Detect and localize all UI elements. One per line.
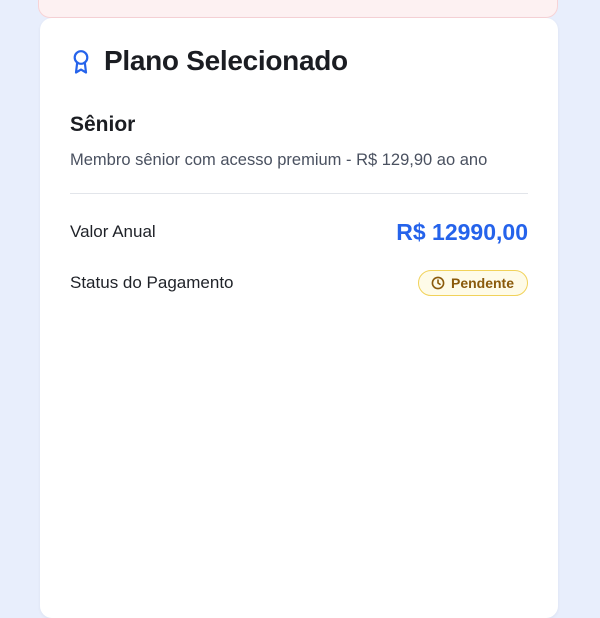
clock-icon (431, 276, 445, 290)
previous-card (38, 0, 558, 18)
annual-value-amount: R$ 12990,00 (396, 218, 528, 245)
award-icon (70, 49, 92, 75)
annual-value-label: Valor Anual (70, 222, 156, 241)
plan-name: Sênior (70, 113, 136, 136)
payment-status-row: Status do Pagamento Pendente (70, 268, 528, 298)
status-badge: Pendente (417, 270, 528, 296)
selected-plan-card: Plano Selecionado Sênior Membro sênior c… (40, 18, 558, 618)
card-header: Plano Selecionado (70, 45, 348, 77)
annual-value-row: Valor Anual R$ 12990,00 (70, 216, 528, 248)
payment-status-label: Status do Pagamento (70, 273, 234, 292)
status-badge-label: Pendente (450, 275, 514, 291)
card-title: Plano Selecionado (104, 45, 348, 76)
plan-description: Membro sênior com acesso premium - R$ 12… (70, 151, 488, 169)
divider (70, 193, 528, 194)
